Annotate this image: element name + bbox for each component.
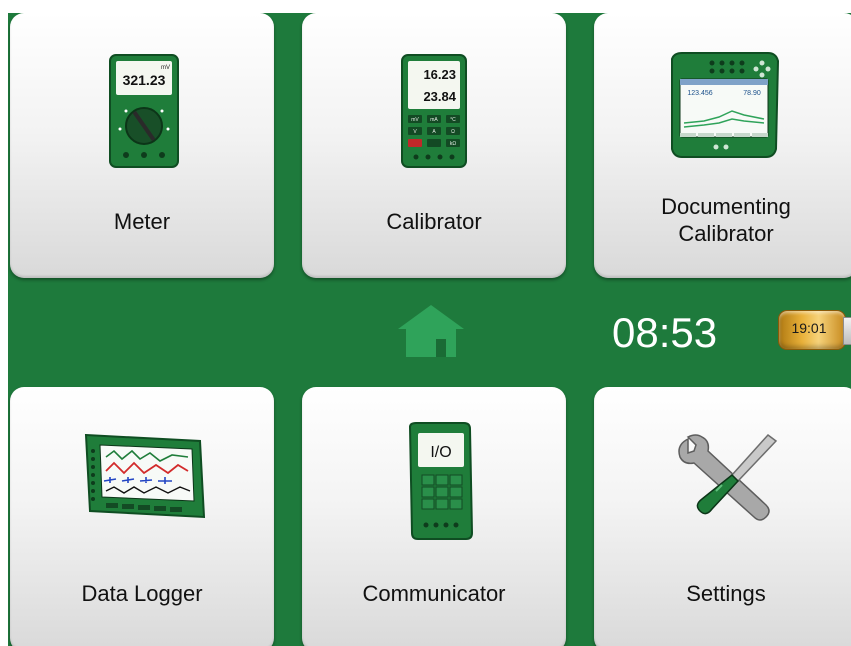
svg-text:kΩ: kΩ: [450, 141, 457, 147]
communicator-label: Communicator: [362, 581, 506, 606]
communicator-screen-text: I/O: [430, 444, 451, 461]
settings-icon: [678, 433, 778, 521]
main-menu-screen: mV 321.23 Meter 16.23 23.84 mVmA°C VAΩ: [8, 13, 851, 646]
settings-tile[interactable]: Settings: [594, 387, 851, 646]
calibrator-tile[interactable]: 16.23 23.84 mV mA °C VAΩ kΩ Calibrator: [302, 13, 566, 278]
communicator-tile[interactable]: I/O Communicator: [302, 387, 566, 646]
meter-unit: mV: [161, 65, 170, 71]
calibrator-reading-bottom: 23.84: [423, 89, 456, 104]
status-bar: 08:53 19:01: [8, 283, 851, 383]
calibrator-label: Calibrator: [386, 209, 482, 234]
svg-text:mV: mV: [411, 117, 419, 123]
svg-text:Ω: Ω: [451, 129, 455, 135]
communicator-icon: I/O: [408, 422, 474, 540]
battery-time: 19:01: [791, 320, 827, 336]
settings-label: Settings: [686, 581, 766, 606]
documenting-calibrator-label: Documenting Calibrator: [661, 194, 791, 246]
doc-value-left: 123.456: [687, 90, 712, 97]
meter-tile[interactable]: mV 321.23 Meter: [10, 13, 274, 278]
svg-text:mA: mA: [430, 117, 438, 123]
calibrator-icon: 16.23 23.84 mV mA °C VAΩ kΩ: [401, 54, 467, 168]
data-logger-icon: [84, 433, 206, 519]
clock: 08:53: [612, 309, 718, 356]
data-logger-tile[interactable]: Data Logger: [10, 387, 274, 646]
meter-reading: 321.23: [123, 72, 166, 88]
battery-terminal: [843, 317, 851, 345]
svg-text:°C: °C: [450, 117, 456, 123]
battery-indicator: 19:01: [778, 310, 851, 350]
documenting-calibrator-tile[interactable]: 123.456 78.90 Documenting Calibrator: [594, 13, 851, 278]
meter-label: Meter: [113, 209, 171, 234]
calibrator-reading-top: 16.23: [423, 67, 456, 82]
home-icon[interactable]: [396, 303, 466, 359]
documenting-calibrator-icon: 123.456 78.90: [671, 52, 780, 158]
doc-value-right: 78.90: [743, 90, 761, 97]
data-logger-label: Data Logger: [81, 581, 203, 606]
meter-icon: mV 321.23: [109, 54, 179, 168]
